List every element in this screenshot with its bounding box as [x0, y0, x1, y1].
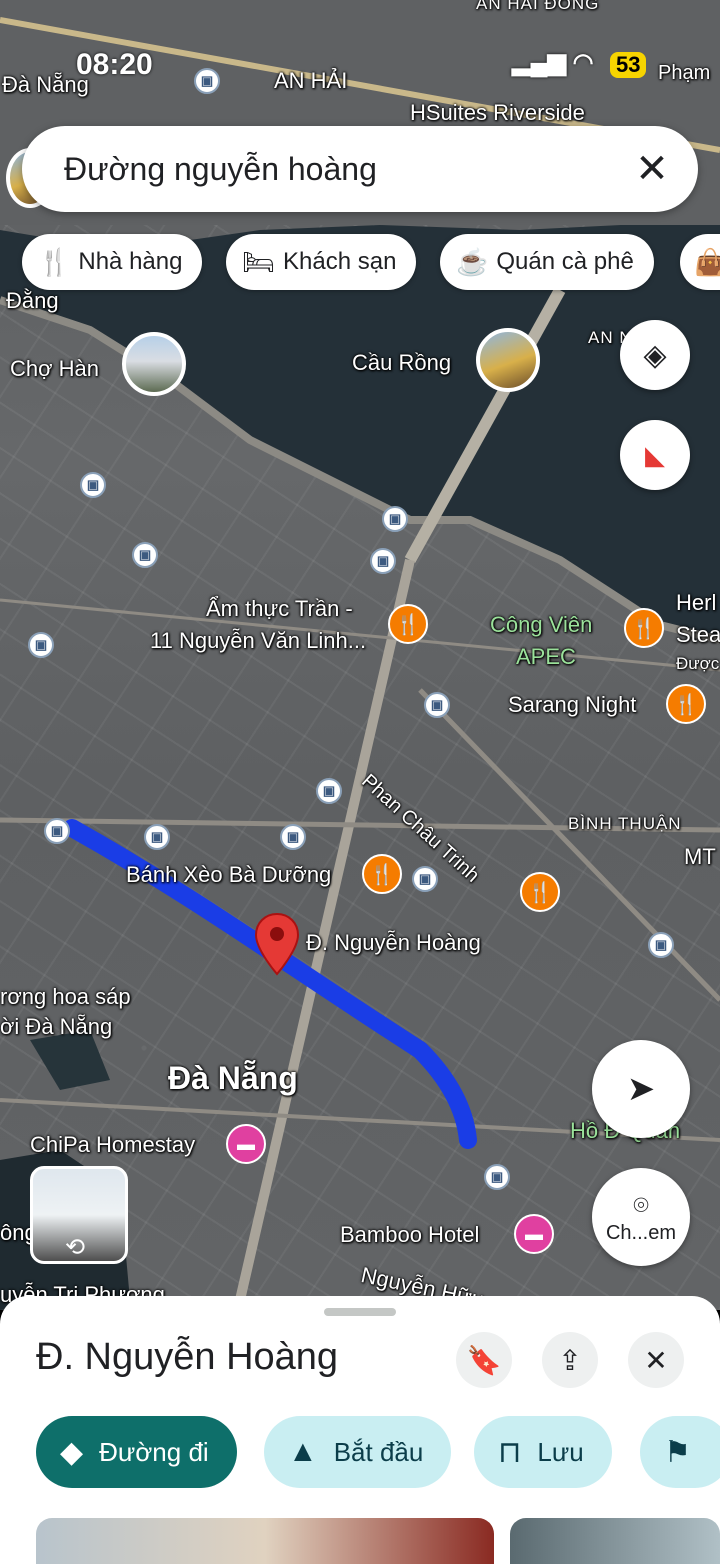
close-icon: ✕: [644, 1344, 668, 1376]
map-label: Công Viên: [490, 612, 593, 637]
chip-label: Khách sạn: [283, 248, 397, 275]
bus-stop-icon[interactable]: ▣: [382, 506, 408, 532]
bus-stop-icon[interactable]: ▣: [424, 692, 450, 718]
bookmark-icon: ⊓: [498, 1435, 522, 1469]
place-photo[interactable]: [510, 1518, 720, 1564]
map-label: ời Đà Nẵng: [0, 1014, 113, 1039]
search-bar[interactable]: Đường nguyễn hoàng ✕: [22, 126, 698, 212]
map-label: Phạm: [658, 62, 711, 84]
cho-han-photo-pin[interactable]: [122, 332, 186, 396]
map-label: HSuites Riverside: [410, 100, 585, 125]
bus-stop-icon[interactable]: ▣: [412, 866, 438, 892]
navigation-arrow-icon: ▲: [288, 1435, 318, 1468]
hotel-poi-icon[interactable]: ▬: [514, 1214, 554, 1254]
cau-rong-photo-pin[interactable]: [476, 328, 540, 392]
map-label: Herl: [676, 590, 717, 615]
map-label: ChiPa Homestay: [30, 1132, 196, 1157]
sheet-drag-handle[interactable]: [324, 1308, 396, 1316]
clear-search-icon[interactable]: ✕: [632, 146, 672, 192]
map-label: Sarang Night: [508, 692, 637, 717]
rotate-icon: ⟲: [65, 1234, 86, 1261]
search-input[interactable]: Đường nguyễn hoàng: [64, 151, 632, 188]
bus-stop-icon[interactable]: ▣: [44, 818, 70, 844]
bus-stop-icon[interactable]: ▣: [28, 632, 54, 658]
action-label: Lưu: [537, 1436, 584, 1467]
bus-stop-icon[interactable]: ▣: [648, 932, 674, 958]
compass-icon: ◣: [645, 439, 665, 470]
map-label: Bamboo Hotel: [340, 1222, 480, 1247]
save-place-button[interactable]: 🔖: [456, 1332, 512, 1388]
place-bottom-sheet[interactable]: Đ. Nguyễn Hoàng 🔖 ⇪ ✕ ◆ Đường đi ▲ Bắt đ…: [0, 1296, 720, 1564]
share-button[interactable]: ⇪: [542, 1332, 598, 1388]
battery-indicator: 53: [610, 52, 647, 78]
street-view-thumbnail[interactable]: ⟲: [30, 1166, 128, 1264]
place-title: Đ. Nguyễn Hoàng: [36, 1336, 339, 1378]
map-label: Được: [676, 654, 720, 673]
save-button[interactable]: ⊓ Lưu: [474, 1416, 612, 1488]
restaurant-icon: 🍴: [38, 246, 71, 277]
navigation-arrow-icon: ➤: [626, 1070, 656, 1108]
coffee-icon: ☕: [456, 246, 489, 277]
restaurant-poi-icon[interactable]: 🍴: [666, 684, 706, 724]
map-label: AN HẢI ĐÔNG: [476, 0, 600, 13]
chip-label: Quán cà phê: [496, 248, 634, 275]
map-label: Đà Nẵng: [168, 1060, 298, 1096]
map-label: BÌNH THUẬN: [568, 814, 682, 833]
bus-stop-icon[interactable]: ▣: [80, 472, 106, 498]
selected-location-pin-icon[interactable]: [254, 912, 300, 976]
map-label: Ẩm thực Trần -: [206, 596, 353, 621]
chip-hotels[interactable]: 🛏 Khách sạn: [226, 234, 417, 290]
start-button[interactable]: ▲ Bắt đầu: [264, 1416, 452, 1488]
map-label: Cầu Rồng: [352, 350, 452, 375]
share-icon: ⇪: [558, 1344, 582, 1376]
bus-stop-icon[interactable]: ▣: [132, 542, 158, 568]
bus-stop-icon[interactable]: ▣: [484, 1164, 510, 1190]
chip-restaurants[interactable]: 🍴 Nhà hàng: [22, 234, 203, 290]
layers-icon: ◈: [643, 338, 667, 372]
directions-icon: ◆: [60, 1435, 84, 1469]
action-label: Đường đi: [99, 1436, 209, 1467]
camera-icon: ⌾: [633, 1189, 649, 1220]
map-label: MT: [684, 844, 716, 869]
flag-button[interactable]: ⚑: [640, 1416, 720, 1488]
map-label: 11 Nguyễn Văn Linh...: [150, 628, 367, 653]
map-label: rơng hoa sáp: [0, 984, 131, 1009]
camera-button-label: Ch...em: [605, 1221, 677, 1244]
chip-label: Nhà hàng: [78, 248, 183, 275]
close-sheet-button[interactable]: ✕: [628, 1332, 684, 1388]
hotel-poi-icon[interactable]: ▬: [226, 1124, 266, 1164]
restaurant-poi-icon[interactable]: 🍴: [362, 854, 402, 894]
map-label: Stea: [676, 622, 720, 647]
action-label: Bắt đầu: [333, 1436, 424, 1467]
bus-stop-icon[interactable]: ▣: [144, 824, 170, 850]
maps-app: 08:20 ▂▄▆ ◠ 53 Đà Nẵng AN HẢI AN HẢI ĐÔN…: [0, 0, 720, 1564]
satellite-map[interactable]: 08:20 ▂▄▆ ◠ 53 Đà Nẵng AN HẢI AN HẢI ĐÔN…: [0, 0, 720, 1310]
map-label: Đằng: [6, 288, 59, 313]
my-location-button[interactable]: ➤: [592, 1040, 690, 1138]
place-photo[interactable]: [36, 1518, 494, 1564]
map-label: Chợ Hàn: [10, 356, 100, 381]
camera-search-button[interactable]: ⌾ Ch...em: [592, 1168, 690, 1266]
bus-stop-icon[interactable]: ▣: [316, 778, 342, 804]
map-label: AN HẢI: [274, 68, 348, 93]
chip-coffee[interactable]: ☕ Quán cà phê: [440, 234, 654, 290]
bus-stop-icon[interactable]: ▣: [194, 68, 220, 94]
directions-button[interactable]: ◆ Đường đi: [36, 1416, 237, 1488]
map-label: Đà Nẵng: [2, 72, 89, 97]
map-label: APEC: [516, 644, 576, 669]
restaurant-poi-icon[interactable]: 🍴: [388, 604, 428, 644]
flag-icon: ⚑: [664, 1435, 691, 1469]
restaurant-poi-icon[interactable]: 🍴: [520, 872, 560, 912]
compass-button[interactable]: ◣: [620, 420, 690, 490]
hotel-icon: 🛏: [242, 246, 276, 277]
bus-stop-icon[interactable]: ▣: [370, 548, 396, 574]
layers-button[interactable]: ◈: [620, 320, 690, 390]
shopping-bag-icon: 👜: [694, 246, 720, 277]
restaurant-poi-icon[interactable]: 🍴: [624, 608, 664, 648]
map-label: Bánh Xèo Bà Dưỡng: [126, 862, 332, 887]
map-label: Đ. Nguyễn Hoàng: [306, 930, 481, 955]
signal-icon: ▂▄▆ ◠: [512, 49, 594, 76]
bus-stop-icon[interactable]: ▣: [280, 824, 306, 850]
bookmark-icon: 🔖: [466, 1344, 502, 1376]
